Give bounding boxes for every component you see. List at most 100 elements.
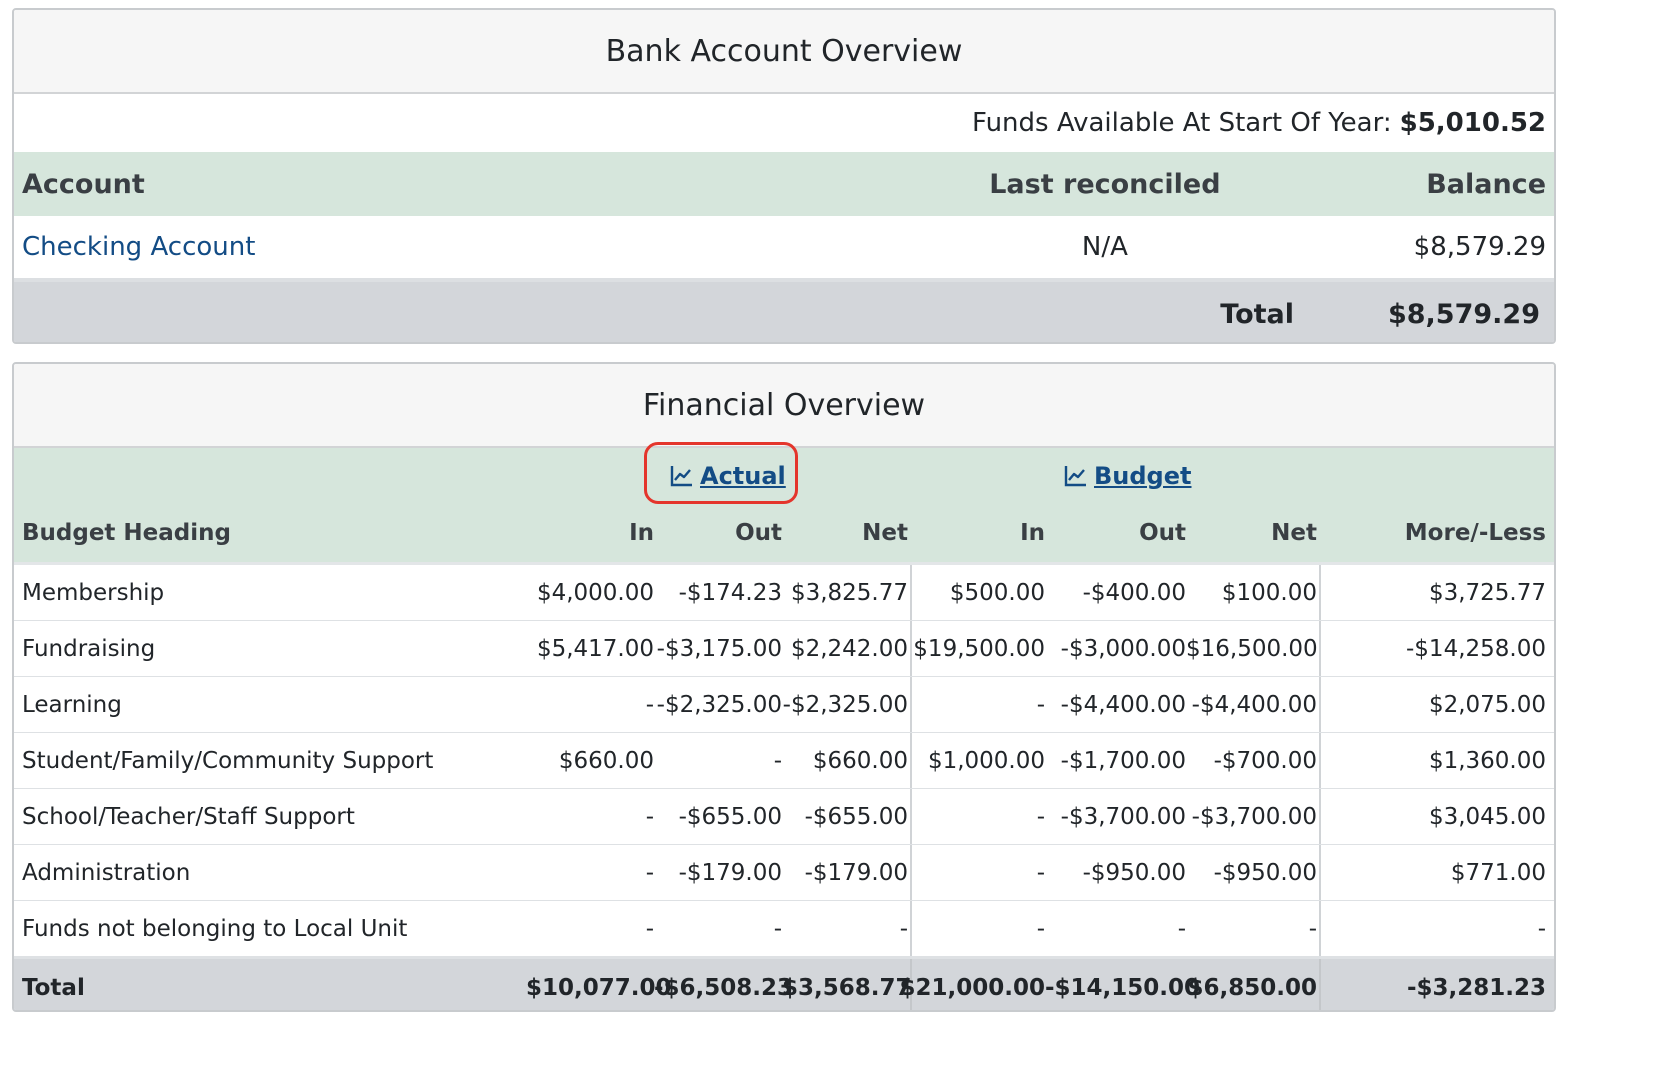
actual-net: -: [899, 915, 908, 942]
financial-total-row: Total $10,077.00 -$6,508.23 $3,568.77 $2…: [14, 956, 1554, 1010]
actual-out: -$174.23: [678, 579, 782, 606]
header-actual-out: Out: [735, 520, 782, 546]
bank-overview-title: Bank Account Overview: [14, 10, 1554, 94]
actual-out: -$2,325.00: [656, 691, 782, 718]
financial-table-body: Membership $4,000.00 -$174.23 $3,825.77 …: [14, 565, 1554, 956]
actual-out: -$179.00: [678, 859, 782, 886]
budget-in: $1,000.00: [910, 733, 1045, 788]
total-budget-net: $6,850.00: [1187, 975, 1318, 1001]
table-row: Checking Account N/A $8,579.29: [14, 216, 1554, 282]
budget-net: -$3,700.00: [1191, 803, 1317, 830]
table-row: Learning - -$2,325.00 -$2,325.00 - -$4,4…: [14, 677, 1554, 733]
bank-total-label: Total: [1220, 298, 1294, 330]
actual-in: $4,000.00: [536, 579, 654, 606]
bank-table-header: Account Last reconciled Balance: [14, 152, 1554, 216]
header-last-reconciled: Last reconciled: [989, 168, 1221, 200]
actual-net: $3,825.77: [790, 579, 908, 606]
table-row: Membership $4,000.00 -$174.23 $3,825.77 …: [14, 565, 1554, 621]
budget-net: -$700.00: [1213, 747, 1317, 774]
budget-in: $19,500.00: [910, 621, 1045, 676]
more-less: $1,360.00: [1319, 733, 1554, 788]
budget-in: -: [910, 901, 1045, 956]
table-row: School/Teacher/Staff Support - -$655.00 …: [14, 789, 1554, 845]
header-budget-in: In: [1020, 520, 1045, 546]
actual-out: -$655.00: [678, 803, 782, 830]
header-budget-out: Out: [1139, 520, 1186, 546]
row-heading: Student/Family/Community Support: [22, 747, 434, 774]
total-budget-out: -$14,150.00: [1045, 975, 1201, 1001]
budget-out: -$1,700.00: [1060, 747, 1186, 774]
budget-in: -: [910, 677, 1045, 732]
budget-net: $16,500.00: [1186, 635, 1318, 662]
row-heading: Administration: [22, 859, 191, 886]
table-row: Student/Family/Community Support $660.00…: [14, 733, 1554, 789]
row-heading: Learning: [22, 691, 122, 718]
total-actual-out: -$6,508.23: [654, 975, 794, 1001]
more-less: $2,075.00: [1319, 677, 1554, 732]
more-less: -: [1319, 901, 1554, 956]
bank-total-value: $8,579.29: [1387, 298, 1540, 330]
total-budget-in: $21,000.00: [899, 959, 1045, 1010]
actual-chart-link[interactable]: Actual: [670, 448, 786, 504]
actual-net: $660.00: [812, 747, 908, 774]
column-group-row: Actual Budget: [14, 442, 1554, 504]
header-actual-in: In: [629, 520, 654, 546]
chart-line-icon: [670, 466, 692, 487]
budget-net: -: [1308, 915, 1317, 942]
header-budget-net: Net: [1271, 520, 1317, 546]
more-less: $771.00: [1319, 845, 1554, 900]
actual-net: -$179.00: [804, 859, 908, 886]
budget-out: -$400.00: [1082, 579, 1186, 606]
last-reconciled-value: N/A: [1081, 232, 1128, 262]
total-more-less: -$3,281.23: [1319, 959, 1554, 1010]
bank-account-overview-panel: Bank Account Overview Funds Available At…: [12, 8, 1556, 344]
more-less: $3,725.77: [1319, 565, 1554, 620]
actual-in: $660.00: [558, 747, 654, 774]
more-less: $3,045.00: [1319, 789, 1554, 844]
actual-in: -: [645, 691, 654, 718]
actual-out: -$3,175.00: [656, 635, 782, 662]
chart-line-icon: [1064, 466, 1086, 487]
budget-net: $100.00: [1221, 579, 1317, 606]
total-label: Total: [22, 975, 85, 1001]
actual-out: -: [773, 747, 782, 774]
budget-out: -$950.00: [1082, 859, 1186, 886]
actual-in: -: [645, 915, 654, 942]
budget-out: -$3,700.00: [1060, 803, 1186, 830]
budget-out: -$3,000.00: [1060, 635, 1186, 662]
table-row: Funds not belonging to Local Unit - - - …: [14, 901, 1554, 956]
budget-net: -$4,400.00: [1191, 691, 1317, 718]
actual-in: $5,417.00: [536, 635, 654, 662]
header-actual-net: Net: [862, 520, 908, 546]
header-more-less: More/-Less: [1404, 520, 1546, 546]
funds-available-row: Funds Available At Start Of Year: $5,010…: [14, 94, 1554, 152]
actual-net: $2,242.00: [790, 635, 908, 662]
budget-in: $500.00: [910, 565, 1045, 620]
budget-chart-link[interactable]: Budget: [1064, 448, 1192, 504]
row-heading: Membership: [22, 579, 165, 606]
budget-in: -: [910, 789, 1045, 844]
actual-label: Actual: [700, 462, 786, 490]
row-heading: Fundraising: [22, 635, 156, 662]
row-heading: School/Teacher/Staff Support: [22, 803, 355, 830]
balance-value: $8,579.29: [1413, 232, 1546, 262]
actual-net: -$2,325.00: [782, 691, 908, 718]
total-actual-net: $3,568.77: [782, 975, 912, 1001]
bank-total-row: Total $8,579.29: [14, 282, 1554, 342]
budget-label: Budget: [1094, 462, 1192, 490]
budget-out: -: [1177, 915, 1186, 942]
total-actual-in: $10,077.00: [526, 975, 672, 1001]
funds-available-value: $5,010.52: [1399, 108, 1546, 138]
checking-account-link[interactable]: Checking Account: [22, 232, 255, 262]
financial-overview-title: Financial Overview: [14, 364, 1554, 448]
table-row: Administration - -$179.00 -$179.00 - -$9…: [14, 845, 1554, 901]
header-account: Account: [22, 168, 145, 200]
financial-table-header: Budget Heading In Out Net In Out Net Mor…: [14, 504, 1554, 565]
funds-available-label: Funds Available At Start Of Year:: [972, 108, 1392, 138]
header-balance: Balance: [1426, 168, 1546, 200]
table-row: Fundraising $5,417.00 -$3,175.00 $2,242.…: [14, 621, 1554, 677]
budget-net: -$950.00: [1213, 859, 1317, 886]
row-heading: Funds not belonging to Local Unit: [22, 915, 408, 942]
actual-in: -: [645, 803, 654, 830]
budget-in: -: [910, 845, 1045, 900]
